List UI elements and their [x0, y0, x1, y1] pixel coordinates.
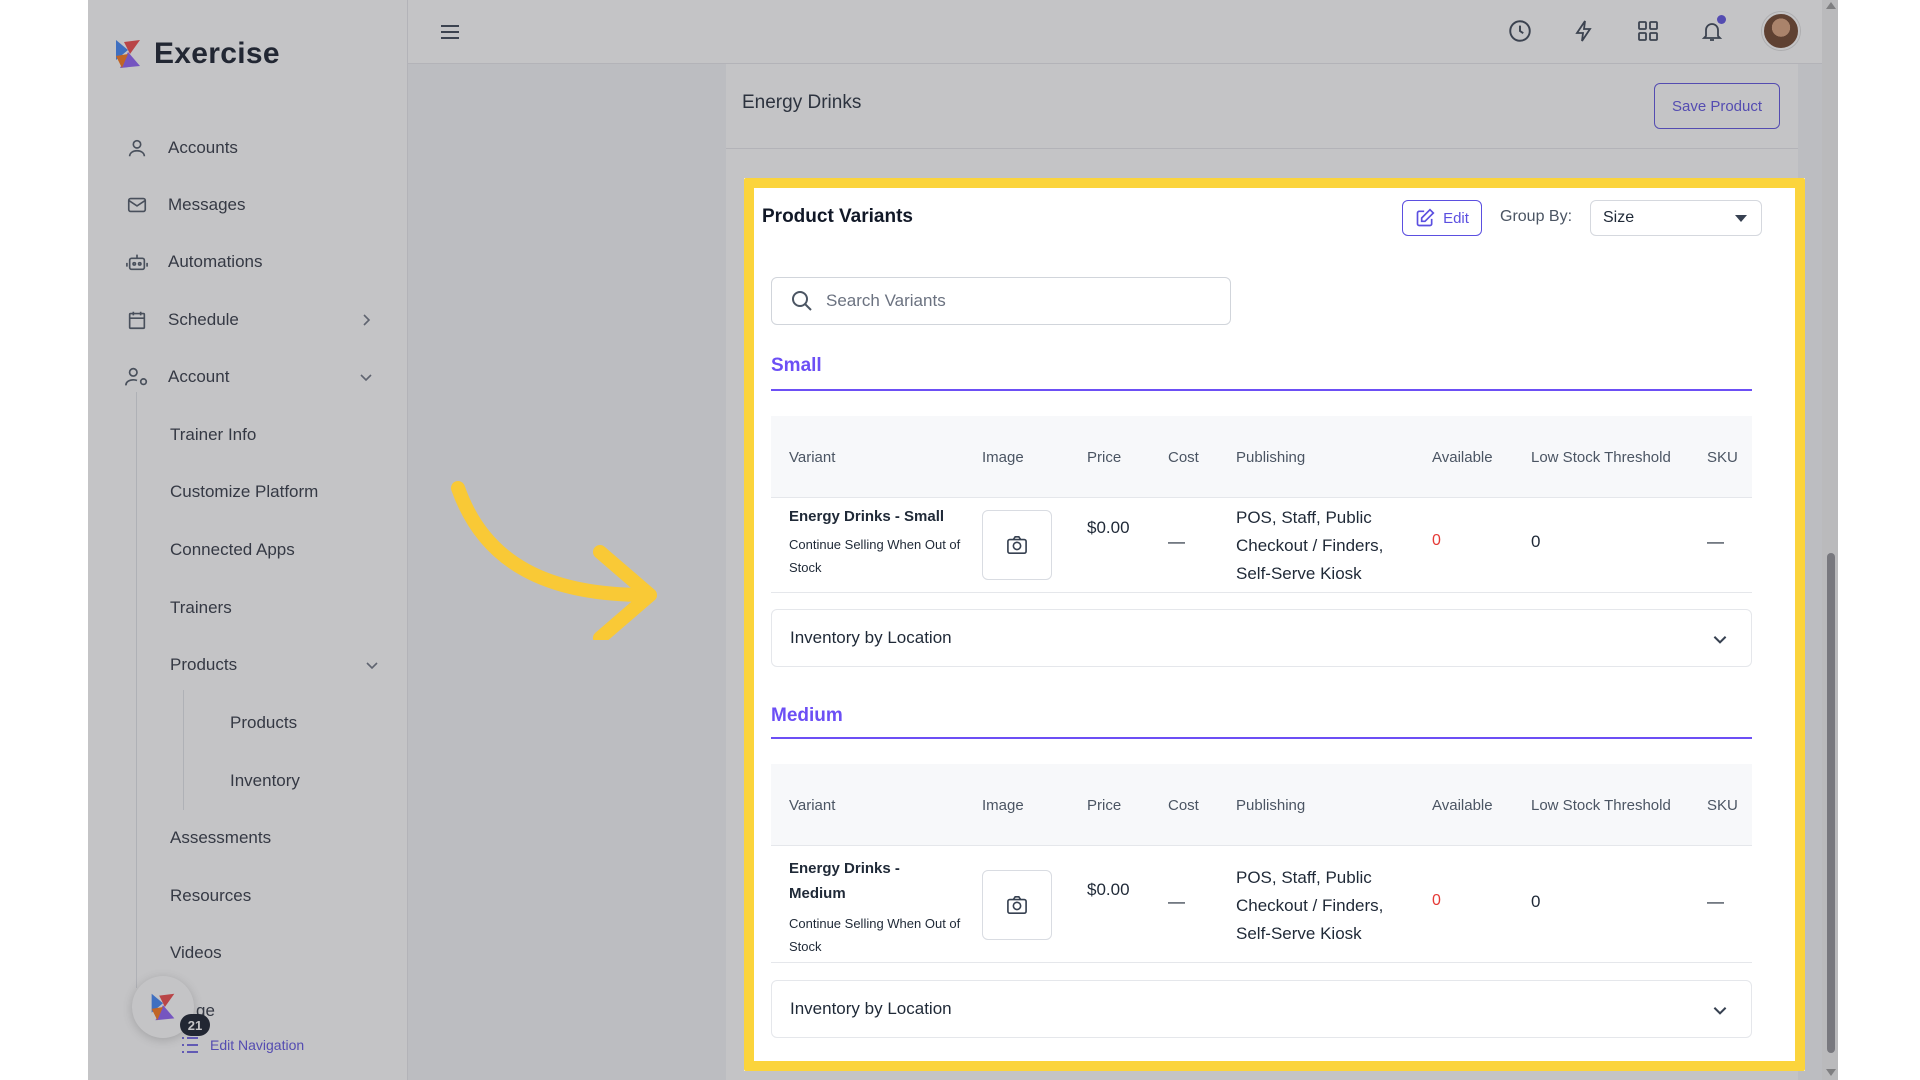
column-header-publishing: Publishing	[1236, 796, 1306, 814]
publishing-cell: POS, Staff, Public Checkout / Finders, S…	[1236, 508, 1384, 583]
search-icon	[792, 291, 812, 311]
column-header-cost: Cost	[1168, 448, 1199, 466]
group-heading-small: Small	[771, 355, 822, 376]
group-by-value: Size	[1603, 209, 1635, 226]
edit-icon	[1416, 208, 1435, 227]
sku-cell: —	[1707, 532, 1724, 551]
variant-image-upload[interactable]	[982, 510, 1052, 580]
variant-note: Continue Selling When Out of Stock	[789, 537, 961, 575]
available-cell: 0	[1432, 532, 1441, 549]
column-header-image: Image	[982, 796, 1024, 814]
group-by-label: Group By:	[1500, 208, 1573, 225]
chevron-down-icon	[1713, 1007, 1727, 1015]
inventory-label: Inventory by Location	[790, 628, 952, 647]
camera-icon	[1007, 896, 1027, 914]
variant-cell: Energy Drinks - Medium Continue Selling …	[789, 856, 960, 958]
table-header: Variant Image Price Cost Publishing Avai…	[771, 416, 1752, 498]
publishing-cell: POS, Staff, Public Checkout / Finders, S…	[1236, 868, 1384, 943]
column-header-variant: Variant	[789, 448, 836, 466]
price-cell: $0.00	[1087, 518, 1130, 537]
inventory-by-location-toggle[interactable]: Inventory by Location	[771, 980, 1752, 1038]
chevron-down-icon	[1713, 636, 1727, 644]
column-header-low-stock: Low Stock Threshold	[1531, 448, 1671, 466]
edit-variants-button[interactable]: Edit	[1402, 200, 1482, 236]
search-field[interactable]	[771, 277, 1231, 325]
table-row[interactable]: Energy Drinks - Medium Continue Selling …	[771, 846, 1752, 963]
variant-name: Energy Drinks - Small	[789, 508, 945, 525]
group-by-select[interactable]: Size	[1590, 200, 1762, 236]
column-header-price: Price	[1087, 796, 1122, 814]
column-header-low-stock: Low Stock Threshold	[1531, 796, 1671, 814]
inventory-label: Inventory by Location	[790, 999, 952, 1018]
dim-overlay	[744, 0, 1805, 178]
low-stock-cell: 0	[1531, 532, 1541, 551]
sku-cell: —	[1707, 892, 1724, 911]
table-row[interactable]: Energy Drinks - Small Continue Selling W…	[771, 498, 1752, 593]
column-header-publishing: Publishing	[1236, 448, 1306, 466]
column-header-image: Image	[982, 448, 1024, 466]
available-cell: 0	[1432, 892, 1441, 909]
column-header-cost: Cost	[1168, 796, 1199, 814]
group-rule	[771, 737, 1752, 739]
caret-down-icon	[1735, 215, 1747, 222]
dim-overlay	[744, 1071, 1805, 1080]
low-stock-cell: 0	[1531, 892, 1541, 911]
column-header-price: Price	[1087, 448, 1122, 466]
variant-note: Continue Selling When Out of Stock	[789, 916, 961, 954]
price-cell: $0.00	[1087, 880, 1130, 899]
cost-cell: —	[1168, 532, 1185, 551]
column-header-sku: SKU	[1707, 448, 1738, 466]
group-rule	[771, 389, 1752, 391]
column-header-available: Available	[1432, 796, 1493, 814]
group-heading-medium: Medium	[771, 705, 843, 726]
pointer-arrow-icon	[451, 481, 657, 640]
column-header-variant: Variant	[789, 796, 836, 814]
variant-name: Energy Drinks - Medium	[789, 860, 900, 902]
camera-icon	[1007, 536, 1027, 554]
variant-image-upload[interactable]	[982, 870, 1052, 940]
search-input[interactable]	[826, 291, 1206, 311]
edit-label: Edit	[1443, 209, 1469, 227]
dim-overlay	[1805, 0, 1838, 1080]
variants-title: Product Variants	[762, 206, 913, 227]
column-header-available: Available	[1432, 448, 1493, 466]
table-header: Variant Image Price Cost Publishing Avai…	[771, 764, 1752, 846]
cost-cell: —	[1168, 892, 1185, 911]
inventory-by-location-toggle[interactable]: Inventory by Location	[771, 609, 1752, 667]
column-header-sku: SKU	[1707, 796, 1738, 814]
variant-cell: Energy Drinks - Small Continue Selling W…	[789, 504, 964, 579]
